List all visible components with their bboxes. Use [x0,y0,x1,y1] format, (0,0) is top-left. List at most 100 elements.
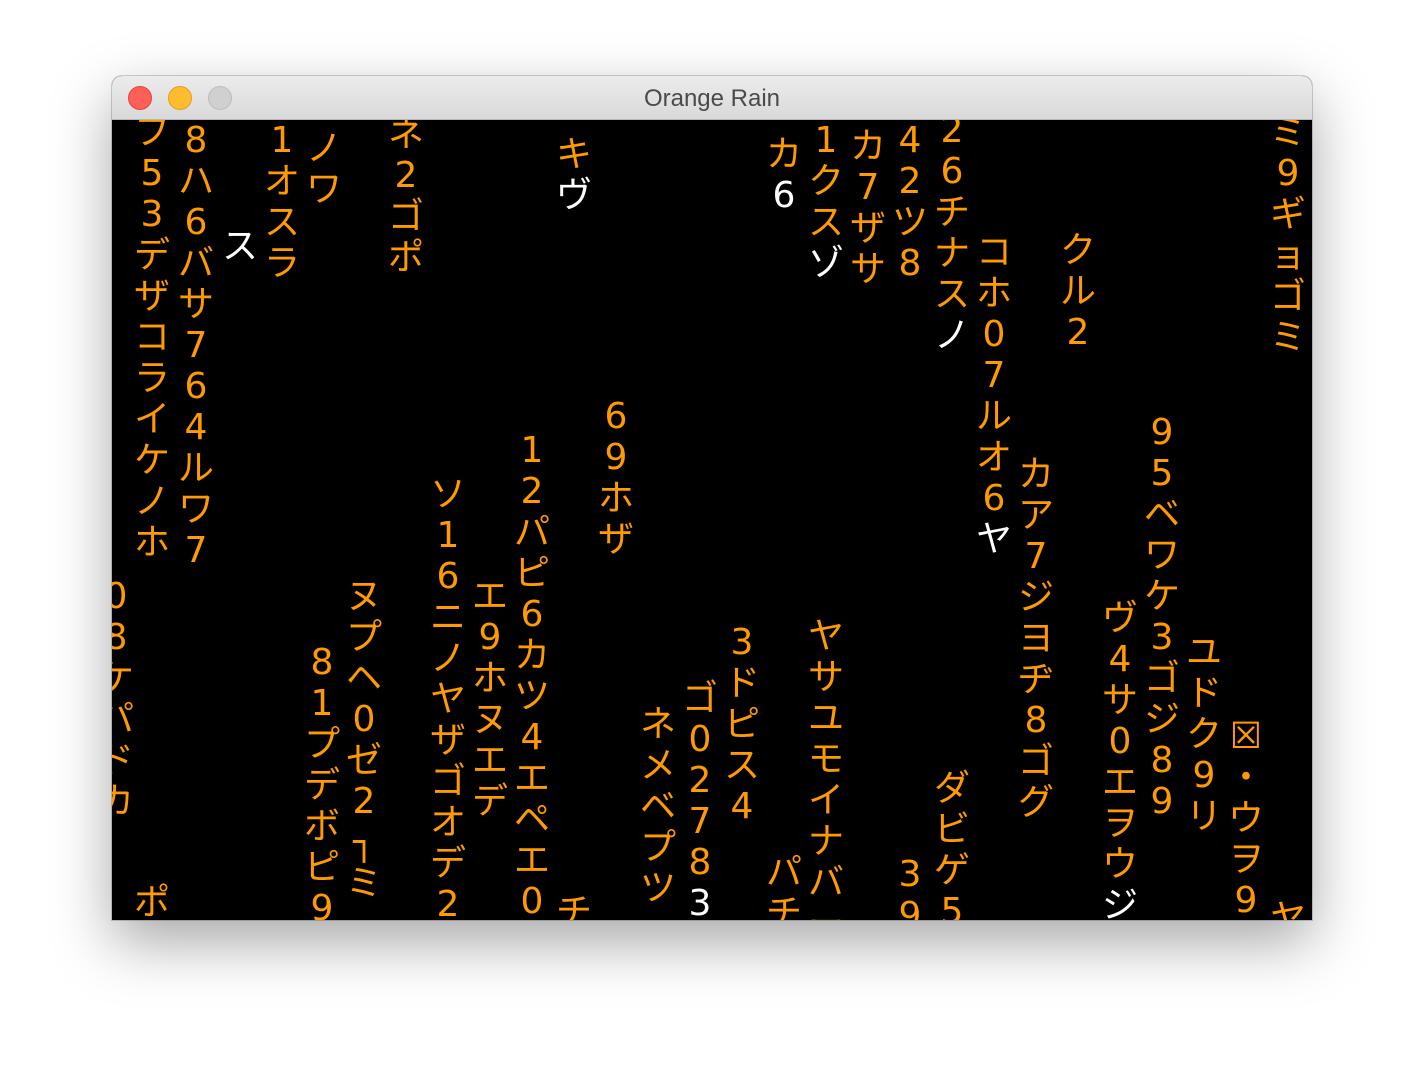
rain-column: フ53デザコライケノホ [130,120,174,563]
rain-column: 8ハ6バサ764ルワ7 [174,120,218,571]
rain-glyph: ハ [177,161,214,202]
rain-glyph: 9 [310,888,334,920]
rain-glyph: エ [513,758,550,799]
rain-glyph: 6 [184,202,208,243]
rain-glyph: ゴ [681,678,718,719]
rain-glyph: ヨ [1017,618,1054,659]
rain-glyph: ポ [387,237,424,278]
rain-glyph: 2 [520,471,544,512]
rain-glyph: 8 [112,617,128,658]
rain-glyph: ア [1017,495,1054,536]
rain-glyph: 6 [982,478,1006,519]
rain-glyph: ヌ [471,699,508,740]
rain-glyph: 7 [1024,536,1048,577]
rain-glyph: 2 [898,161,922,202]
rain-glyph: 2 [352,781,376,822]
rain-glyph: ヤ [807,616,844,657]
rain-glyph: ノ [429,638,466,679]
rain-glyph: ゲ [933,850,970,891]
rain-column: ミ9ギョゴミ [1266,120,1310,358]
rain-column: 95ベワケ3ゴジ89 [1140,412,1184,822]
rain-glyph: ニ [429,597,466,638]
rain-glyph: ネ [639,704,676,745]
rain-column: クル2 [1056,230,1100,353]
rain-glyph: ノ [305,128,342,169]
rain-glyph: ツ [513,676,550,717]
title-bar[interactable]: Orange Rain [112,76,1312,120]
rain-glyph: 6 [940,151,964,192]
rain-glyph: フ [133,120,170,153]
rain-glyph: 8 [898,243,922,284]
rain-glyph: ー [804,903,848,920]
rain-glyph: 7 [856,167,880,208]
rain-glyph: カ [765,134,802,175]
rain-glyph: エ [471,576,508,617]
rain-glyph: ド [112,740,134,781]
rain-glyph: 3 [730,622,754,663]
rain-glyph: ワ [177,489,214,530]
rain-glyph: 0 [520,881,544,920]
rain-glyph: ウ [1227,798,1264,839]
rain-glyph: ゴ [429,761,466,802]
rain-glyph: 2 [688,760,712,801]
rain-glyph: 5 [1150,453,1174,494]
rain-glyph: チ [765,893,802,920]
rain-glyph: 9 [898,895,922,920]
rain-glyph: ザ [849,208,886,249]
rain-glyph: 4 [184,407,208,448]
rain-glyph: 9 [1192,755,1216,796]
rain-glyph: パ [112,699,134,740]
rain-glyph: 0 [1108,721,1132,762]
rain-glyph: 2 [394,155,418,196]
rain-glyph: ル [177,448,214,489]
rain-glyph: ヤ [1269,898,1306,920]
rain-glyph: ダ [933,768,970,809]
rain-glyph: ワ [305,169,342,210]
rain-column: パチ [762,852,806,920]
rain-canvas: フ53デザコライケノホ 8ハ6バサ764ルワ7 1オスラ ス ノワ ネ2ゴポ キ… [112,120,1312,920]
rain-column: ネメベプツ [636,704,680,909]
rain-glyph: ピ [303,847,340,888]
rain-glyph: ピ [723,704,760,745]
rain-glyph: ジ [1017,577,1054,618]
rain-column: ヤサユモイナバー [804,616,848,920]
rain-glyph: カ [513,635,550,676]
rain-column: 12パピ6カツ4エペエ0 [510,430,554,920]
rain-column: カ7ザサ [846,126,890,290]
rain-head-glyph: ゾ [807,243,844,284]
rain-glyph: ボ [303,806,340,847]
rain-column: ス [218,226,262,267]
rain-glyph: 9 [1234,880,1258,920]
rain-column: ☒ ・ウヲ 9 [1224,716,1268,920]
rain-glyph: バ [807,862,844,903]
rain-head-glyph: 3 [688,883,712,920]
rain-glyph: パ [765,852,802,893]
rain-column: ノワ [302,128,346,210]
rain-glyph: ザ [133,276,170,317]
rain-glyph: ゴ [1017,741,1054,782]
rain-glyph: ミ [1269,317,1306,358]
rain-glyph: 2 [940,120,964,151]
rain-column: ネ2ゴポ [384,120,428,278]
rain-glyph: ヌ [345,576,382,617]
rain-glyph: ミ [345,863,382,904]
rain-glyph: ジ [1143,699,1180,740]
rain-glyph: 7 [688,801,712,842]
rain-glyph: ク [807,161,844,202]
rain-glyph: ラ [133,358,170,399]
rain-glyph: カ [849,126,886,167]
rain-glyph: ユ [807,698,844,739]
rain-column: コホ07ルオ6ヤ [972,232,1016,560]
rain-glyph: デ [429,843,466,884]
rain-column: 39 [888,854,932,920]
rain-column: 42ツ8 [888,120,932,284]
rain-glyph: ゴ [1269,276,1306,317]
rain-glyph: ☒ [1229,716,1263,757]
rain-glyph: ル [975,396,1012,437]
rain-column: キヴ [552,134,596,216]
rain-glyph: ピ [513,553,550,594]
rain-glyph: ホ [975,273,1012,314]
rain-glyph: 6 [520,594,544,635]
rain-glyph: ・ [1227,757,1264,798]
rain-glyph: ワ [1143,535,1180,576]
